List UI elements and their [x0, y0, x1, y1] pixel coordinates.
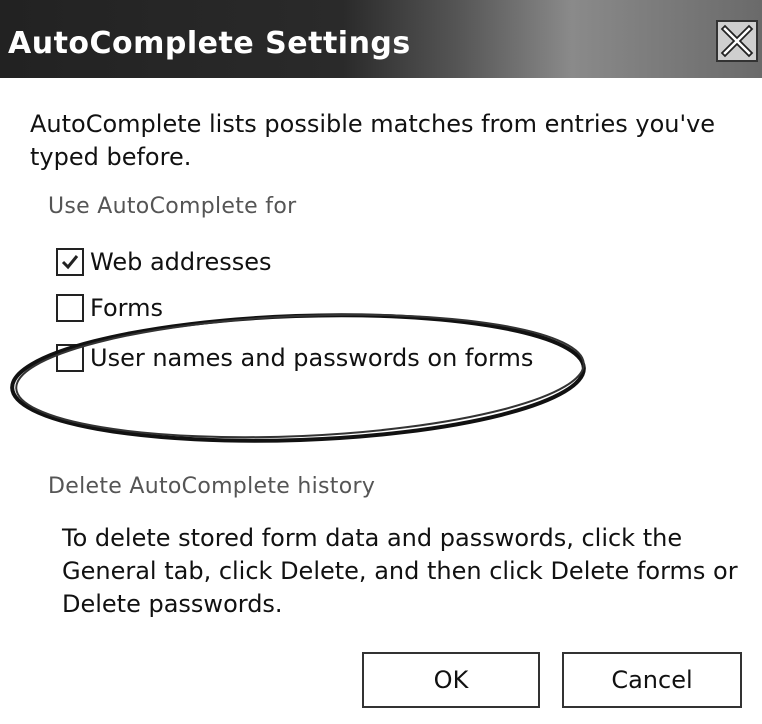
close-button[interactable] — [716, 20, 758, 62]
delete-history-label: Delete AutoComplete history — [48, 474, 376, 499]
web-addresses-option[interactable]: Web addresses — [56, 246, 272, 278]
cancel-button[interactable]: Cancel — [562, 652, 742, 708]
close-icon — [720, 24, 754, 58]
user-names-passwords-checkbox[interactable] — [56, 344, 84, 372]
forms-option[interactable]: Forms — [56, 292, 163, 324]
autocomplete-settings-dialog: AutoComplete Settings AutoComplete lists… — [0, 0, 762, 724]
forms-checkbox[interactable] — [56, 294, 84, 322]
ok-button[interactable]: OK — [362, 652, 540, 708]
intro-text: AutoComplete lists possible matches from… — [30, 110, 716, 171]
use-autocomplete-label: Use AutoComplete for — [48, 194, 297, 219]
window-title: AutoComplete Settings — [8, 26, 411, 61]
user-names-passwords-option[interactable]: User names and passwords on forms — [56, 342, 533, 374]
delete-instructions: To delete stored form data and passwords… — [62, 524, 738, 618]
check-icon — [61, 255, 79, 270]
forms-label: Forms — [90, 294, 163, 322]
web-addresses-checkbox[interactable] — [56, 248, 84, 276]
user-names-passwords-label: User names and passwords on forms — [90, 344, 534, 372]
title-bar: AutoComplete Settings — [0, 0, 762, 78]
web-addresses-label: Web addresses — [90, 248, 272, 276]
